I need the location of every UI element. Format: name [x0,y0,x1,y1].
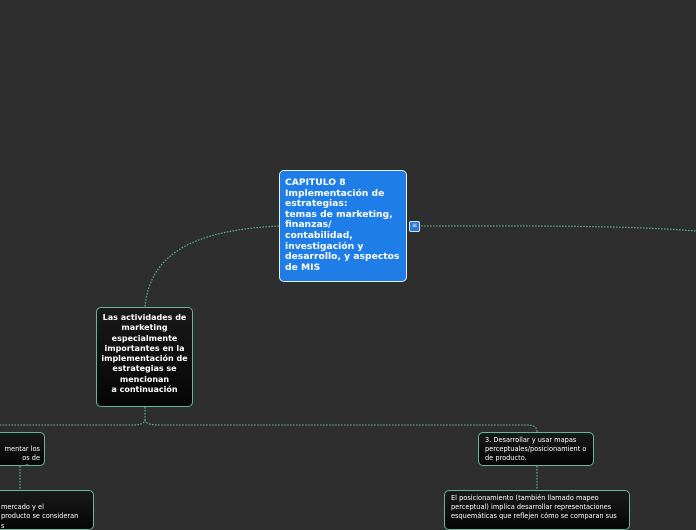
subtopic-left-2[interactable]: mercado y el producto se consideran s [0,490,94,530]
connector-main-children [0,407,146,426]
notes-icon[interactable]: ≡ [409,221,420,232]
subtopic-left-2-label: mercado y el producto se consideran s [1,503,79,530]
central-topic[interactable]: CAPITULO 8 Implementación de estrategias… [279,170,407,282]
subtopic-perceptual-maps[interactable]: 3. Desarrollar y usar mapas perceptuales… [478,432,594,466]
subtopic-left-1-label: mentar los os de eficaz [4,445,40,465]
connector-central-right [417,225,696,232]
connector-main-right [144,419,538,433]
subtopic-positioning-definition[interactable]: El posicionamiento (también llamado mape… [444,490,630,530]
main-topic-marketing-activities[interactable]: Las actividades de marketing especialmen… [96,307,193,407]
subtopic-left-1[interactable]: mentar los os de eficaz [0,432,45,466]
connector-central-main [144,225,280,308]
